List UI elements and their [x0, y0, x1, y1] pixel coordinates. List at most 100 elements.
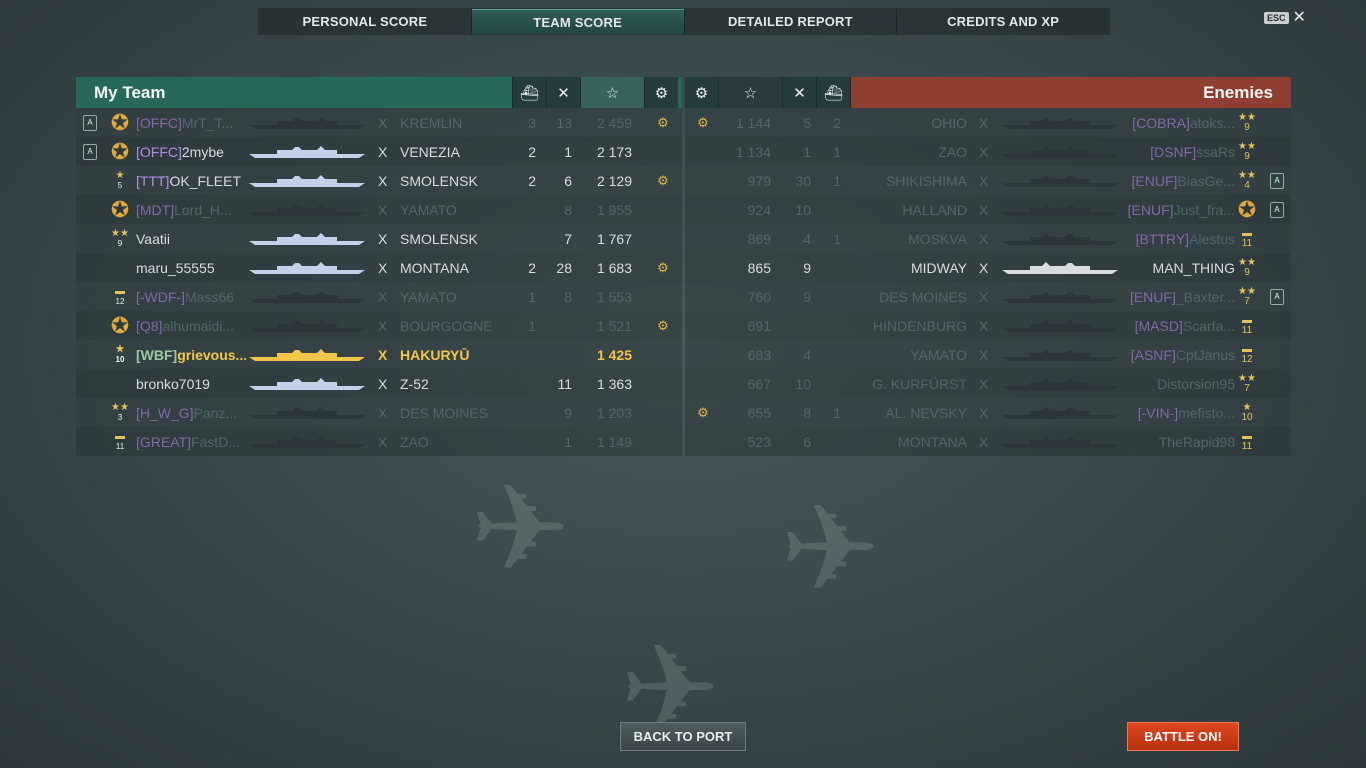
close-button[interactable]: ESC ✕: [1264, 9, 1306, 26]
rank-bar-icon: ▬: [1242, 343, 1252, 355]
player-name[interactable]: [OFFC]MrT_T...: [136, 115, 246, 131]
ship-silhouette-icon: [249, 261, 365, 274]
ship-silhouette-icon: [1002, 145, 1118, 158]
player-name[interactable]: [ENUF]BiasGe...: [1125, 173, 1235, 189]
player-row[interactable]: bronko7019 X Z-52 11 1 363: [76, 369, 682, 398]
ship-silhouette-icon: [1002, 116, 1118, 129]
player-name[interactable]: [TTT]OK_FLEET: [136, 173, 246, 189]
player-row[interactable]: ▬ 11 [GREAT]FastD... X ZAO 1 1 149: [76, 427, 682, 456]
player-row[interactable]: A ✪ [OFFC]2mybe X VENEZIA 2 1 2 173: [76, 137, 682, 166]
player-row[interactable]: A ✪ [OFFC]MrT_T... X KREMLIN 3 13 2 459 ⚙: [76, 108, 682, 137]
player-name[interactable]: [ENUF]_Baxter...: [1125, 289, 1235, 305]
player-row[interactable]: 760 9 DES MOINES X [ENUF]_Baxter... ★★ 7 A: [685, 282, 1291, 311]
achievements-column-icon[interactable]: ⚙: [685, 77, 719, 108]
tab-bar: PERSONAL SCORE TEAM SCORE DETAILED REPOR…: [258, 8, 1110, 35]
ship-silhouette-icon: [1002, 203, 1118, 216]
player-nickname: atoks...: [1189, 114, 1235, 131]
planes-shot-column-icon[interactable]: ⛴: [512, 77, 546, 108]
player-name[interactable]: bronko7019: [136, 376, 246, 392]
player-name[interactable]: MAN_THING: [1125, 260, 1235, 276]
player-name[interactable]: [MDT]Lord_H...: [136, 202, 246, 218]
tab-detailed-report[interactable]: DETAILED REPORT: [685, 9, 898, 34]
tab-team-score[interactable]: TEAM SCORE: [471, 9, 685, 34]
player-name[interactable]: [Q8]alhumaidi...: [136, 318, 246, 334]
ships-destroyed-column-icon[interactable]: ✕: [783, 77, 817, 108]
player-level-icon: ★ 10: [108, 343, 132, 367]
level-number: 9: [117, 238, 123, 248]
player-row[interactable]: ★★ 9 Vaatii X SMOLENSK 7 1 767: [76, 224, 682, 253]
player-row[interactable]: ⚙ 655 8 1 AL. NEVSKY X [-VIN-]mefisto... ★ 10: [685, 398, 1291, 427]
close-icon: ✕: [1292, 9, 1306, 26]
achievement-icon: ⚙: [697, 114, 709, 130]
clan-tag: [MDT]: [136, 201, 175, 218]
player-name[interactable]: [MASD]Scarfa...: [1125, 318, 1235, 334]
player-name[interactable]: [ASNF]CptJanus: [1125, 347, 1235, 363]
planes-shot-value: 1: [833, 143, 841, 160]
ships-destroyed-column-icon[interactable]: ✕: [546, 77, 580, 108]
triple-star-icon: ★★: [1238, 285, 1256, 297]
player-name[interactable]: [OFFC]2mybe: [136, 144, 246, 160]
player-row[interactable]: 869 4 1 MOSKVA X [BTTRY]Alestus ▬ 11: [685, 224, 1291, 253]
player-row[interactable]: ✪ [MDT]Lord_H... X YAMATO 8 1 955: [76, 195, 682, 224]
player-name[interactable]: [COBRA]atoks...: [1125, 115, 1235, 131]
player-row[interactable]: ★ 5 [TTT]OK_FLEET X SMOLENSK 2 6 2 129 ⚙: [76, 166, 682, 195]
player-row[interactable]: 865 9 MIDWAY X MAN_THING ★★ 9: [685, 253, 1291, 282]
planes-shot-value: 3: [528, 114, 536, 131]
player-row[interactable]: maru_55555 X MONTANA 2 28 1 683 ⚙: [76, 253, 682, 282]
player-level-icon: ★ 10: [1235, 401, 1259, 425]
score-value: 1 134: [735, 143, 771, 160]
tier-x-label: X: [979, 259, 989, 276]
player-row[interactable]: 523 6 MONTANA X TheRapid98 ▬ 11: [685, 427, 1291, 456]
tab-credits-and-xp[interactable]: CREDITS AND XP: [897, 9, 1109, 34]
battle-on-button[interactable]: BATTLE ON!: [1127, 722, 1239, 751]
score-column-icon[interactable]: ☆: [580, 77, 644, 108]
player-row[interactable]: ▬ 12 [-WDF-]Mass66 X YAMATO 1 8 1 553: [76, 282, 682, 311]
player-name[interactable]: TheRapid98: [1125, 434, 1235, 450]
player-nickname: Distorsion95: [1157, 375, 1235, 392]
ship-name: VENEZIA: [400, 143, 460, 160]
player-name[interactable]: [DSNF]ssaRs: [1125, 144, 1235, 160]
player-row[interactable]: 691 HINDENBURG X [MASD]Scarfa... ▬ 11: [685, 311, 1291, 340]
player-row[interactable]: ★★ 3 [H_W_G]Panz... X DES MOINES 9 1 203: [76, 398, 682, 427]
player-row[interactable]: 1 134 1 1 ZAO X [DSNF]ssaRs ★★ 9: [685, 137, 1291, 166]
ship-name: MONTANA: [400, 259, 469, 276]
back-to-port-button[interactable]: BACK TO PORT: [620, 722, 746, 751]
player-row[interactable]: 683 4 YAMATO X [ASNF]CptJanus ▬ 12: [685, 340, 1291, 369]
player-name[interactable]: [WBF]grievous...: [136, 347, 246, 363]
player-nickname: 2mybe: [181, 143, 224, 160]
player-name[interactable]: [ENUF]Just_fra...: [1125, 202, 1235, 218]
achievements-column-icon[interactable]: ⚙: [644, 77, 678, 108]
player-name[interactable]: [H_W_G]Panz...: [136, 405, 246, 421]
player-nickname: bronko7019: [136, 375, 210, 392]
tier-x-label: X: [378, 288, 388, 305]
player-row[interactable]: ★ 10 [WBF]grievous... X HAKURYŪ 1 425: [76, 340, 682, 369]
player-level-icon: ▬ 11: [1235, 314, 1259, 338]
player-row[interactable]: ✪ [Q8]alhumaidi... X BOURGOGNE 1 1 521 ⚙: [76, 311, 682, 340]
player-name[interactable]: [BTTRY]Alestus: [1125, 231, 1235, 247]
ship-name: G. KURFÜRST: [872, 375, 967, 392]
player-name[interactable]: Distorsion95: [1125, 376, 1235, 392]
player-level-icon: ✪: [1235, 198, 1259, 222]
score-column-icon[interactable]: ☆: [719, 77, 783, 108]
level-number: 11: [1241, 440, 1253, 452]
player-name[interactable]: [GREAT]FastD...: [136, 434, 246, 450]
tier-x-label: X: [378, 172, 388, 189]
score-value: 1 144: [735, 114, 771, 131]
player-row[interactable]: 924 10 HALLAND X [ENUF]Just_fra... ✪ A: [685, 195, 1291, 224]
tab-personal-score[interactable]: PERSONAL SCORE: [259, 9, 472, 34]
score-value: 523: [747, 433, 771, 450]
player-level-icon: ✪: [108, 198, 132, 222]
ship-name: MOSKVA: [908, 230, 967, 247]
player-name[interactable]: [-WDF-]Mass66: [136, 289, 246, 305]
player-name[interactable]: Vaatii: [136, 231, 246, 247]
ship-name: ZAO: [400, 433, 429, 450]
planes-shot-column-icon[interactable]: ⛴: [817, 77, 851, 108]
player-row[interactable]: ⚙ 1 144 5 2 OHIO X [COBRA]atoks... ★★ 9: [685, 108, 1291, 137]
player-row[interactable]: 667 10 G. KURFÜRST X Distorsion95 ★★ 7: [685, 369, 1291, 398]
player-name[interactable]: maru_55555: [136, 260, 246, 276]
player-name[interactable]: [-VIN-]mefisto...: [1125, 405, 1235, 421]
player-row[interactable]: 979 30 1 SHIKISHIMA X [ENUF]BiasGe... ★★ 4 A: [685, 166, 1291, 195]
rank-icon: A: [1270, 172, 1284, 189]
score-value: 1 767: [596, 230, 632, 247]
player-level-icon: ★★ 4: [1235, 169, 1259, 193]
